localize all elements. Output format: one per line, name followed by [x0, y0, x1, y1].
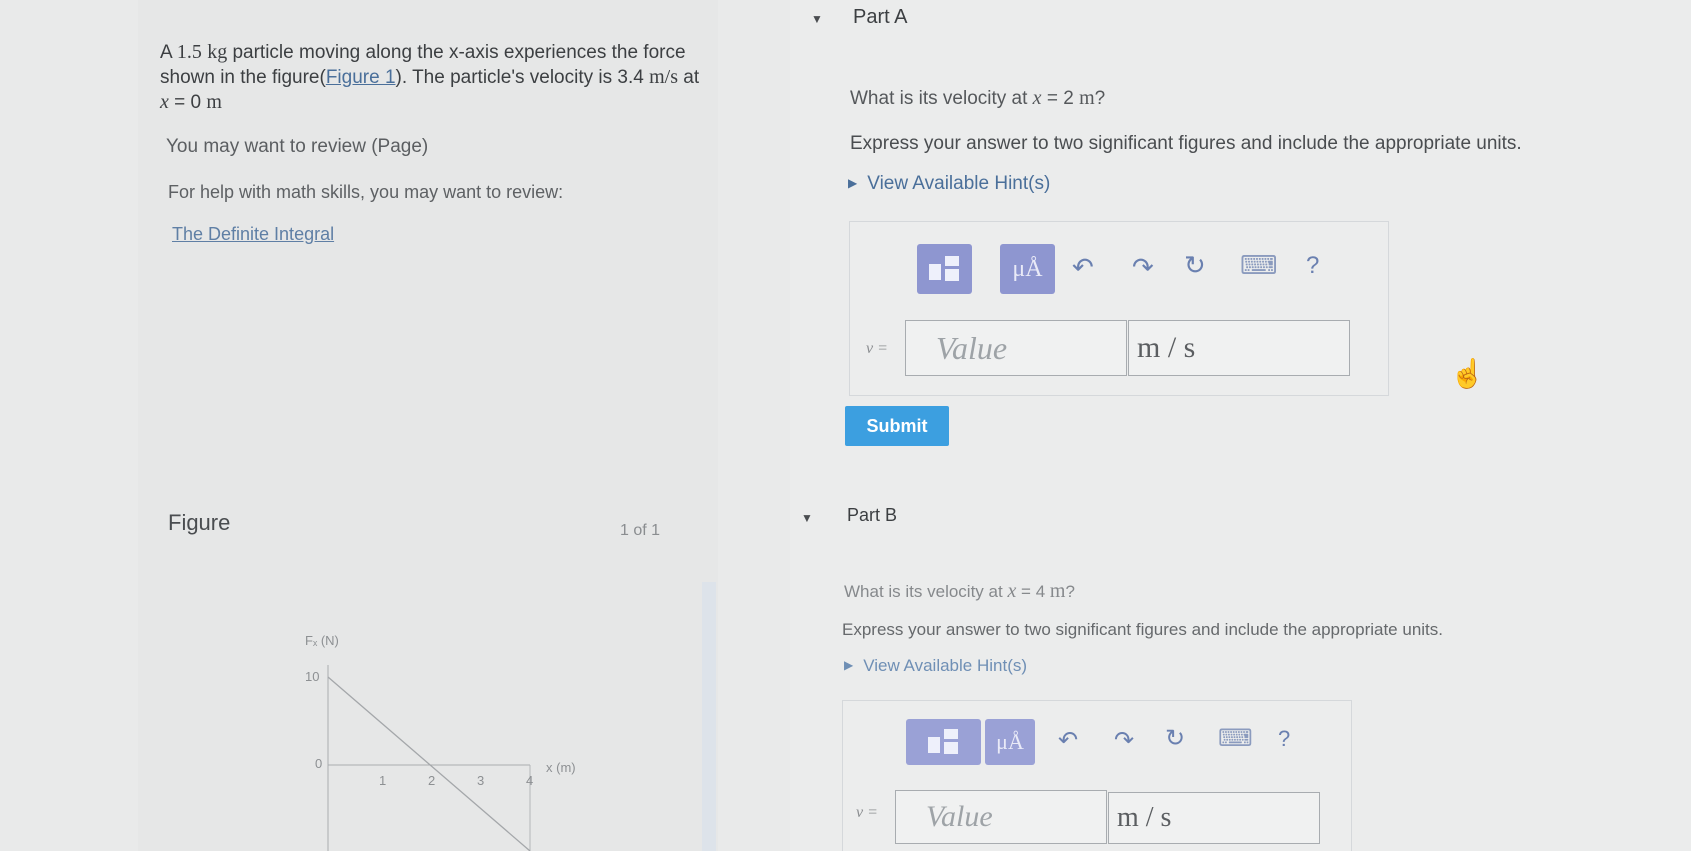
part-a-hint-label: View Available Hint(s): [867, 173, 1051, 194]
part-b-hint-link[interactable]: ▶ View Available Hint(s): [844, 656, 1027, 676]
undo-icon[interactable]: ↶: [1058, 726, 1078, 755]
x-tick-1: 1: [379, 773, 386, 788]
var-x: x: [160, 91, 169, 113]
part-a-hint-link[interactable]: ▶ View Available Hint(s): [848, 173, 1050, 195]
part-a-v-label: v =: [866, 340, 888, 357]
part-b-templates-button[interactable]: [906, 719, 981, 765]
part-a-value-input[interactable]: Value: [905, 320, 1127, 376]
part-b-question-end: ?: [1065, 582, 1075, 601]
part-a-submit-button[interactable]: Submit: [845, 406, 949, 446]
hint-arrow-icon: ▶: [844, 658, 854, 672]
part-a-question-pre: What is its velocity at: [850, 88, 1033, 109]
hand-cursor-icon: ☝: [1450, 358, 1485, 389]
velocity-unit: m/s: [649, 66, 678, 88]
help-icon[interactable]: ?: [1278, 726, 1290, 752]
part-b-toggle[interactable]: ▼: [801, 511, 813, 525]
velocity-value: 3.4: [617, 67, 644, 88]
part-b-instructions: Express your answer to two significant f…: [842, 620, 1443, 639]
templates-icon: [927, 729, 958, 754]
origin-label: 0: [315, 756, 322, 771]
part-b-var: x: [1007, 580, 1017, 602]
part-b-v-label: v =: [856, 804, 878, 821]
keyboard-icon[interactable]: ⌨: [1218, 724, 1253, 753]
part-a-instructions: Express your answer to two significant f…: [850, 133, 1522, 154]
figure-scrollbar[interactable]: [702, 582, 716, 851]
redo-icon[interactable]: ↷: [1132, 252, 1154, 283]
force-graph: Fₓ (N) 10 0 1 2 3 4 x (m): [305, 633, 576, 851]
figure-count: 1 of 1: [620, 522, 661, 539]
part-b-units-button[interactable]: μÅ: [985, 719, 1035, 765]
help-icon[interactable]: ?: [1306, 252, 1319, 280]
unit-m: m: [206, 91, 222, 113]
problem-text-c: at: [678, 67, 700, 88]
figure-title: Figure: [168, 510, 231, 535]
part-a-var: x: [1032, 87, 1042, 109]
part-b-question-eq: = 4: [1016, 582, 1050, 601]
part-a-question: What is its velocity at x = 2 m?: [850, 87, 1105, 110]
problem-statement: A 1.5 kg particle moving along the x-axi…: [160, 41, 700, 113]
part-b-value-input[interactable]: Value: [895, 790, 1107, 844]
y-tick-10: 10: [305, 669, 319, 684]
part-a-question-end: ?: [1094, 88, 1106, 109]
math-help-text: For help with math skills, you may want …: [168, 182, 564, 202]
part-b-question: What is its velocity at x = 4 m?: [844, 580, 1075, 603]
reset-icon[interactable]: ↻: [1165, 724, 1185, 753]
hint-arrow-icon: ▶: [848, 176, 858, 190]
mass-unit: kg: [207, 41, 228, 63]
part-b-title[interactable]: Part B: [847, 505, 897, 526]
part-a-question-eq: = 2: [1041, 88, 1080, 109]
redo-icon[interactable]: ↷: [1114, 726, 1134, 755]
part-a-unit-input[interactable]: m / s: [1128, 320, 1350, 376]
reset-icon[interactable]: ↻: [1184, 250, 1206, 281]
problem-text-b: ). The particle's velocity is: [395, 67, 618, 88]
templates-icon: [928, 256, 959, 281]
figure-link[interactable]: Figure 1: [326, 67, 396, 88]
undo-icon[interactable]: ↶: [1072, 252, 1094, 283]
part-b-hint-label: View Available Hint(s): [863, 656, 1028, 675]
mass-value: 1.5: [176, 41, 202, 63]
part-b-question-pre: What is its velocity at: [844, 582, 1008, 601]
part-a-question-unit: m: [1079, 87, 1095, 109]
keyboard-icon[interactable]: ⌨: [1240, 250, 1278, 281]
definite-integral-link[interactable]: The Definite Integral: [172, 224, 334, 245]
part-a-templates-button[interactable]: [917, 244, 972, 294]
x-axis-label: x (m): [546, 760, 576, 775]
x-tick-2: 2: [428, 773, 435, 788]
part-b-unit-input[interactable]: m / s: [1108, 792, 1320, 844]
y-axis-label: Fₓ (N): [305, 633, 339, 648]
review-text: You may want to review (Page): [166, 136, 429, 157]
x-tick-4: 4: [526, 773, 533, 788]
part-b-question-unit: m: [1049, 580, 1066, 602]
x-tick-3: 3: [477, 773, 484, 788]
force-line: [327, 676, 531, 851]
eq-zero: = 0: [168, 92, 207, 113]
part-a-toggle[interactable]: ▼: [811, 12, 823, 26]
part-a-units-button[interactable]: μÅ: [1000, 244, 1055, 294]
part-a-title[interactable]: Part A: [853, 6, 907, 29]
